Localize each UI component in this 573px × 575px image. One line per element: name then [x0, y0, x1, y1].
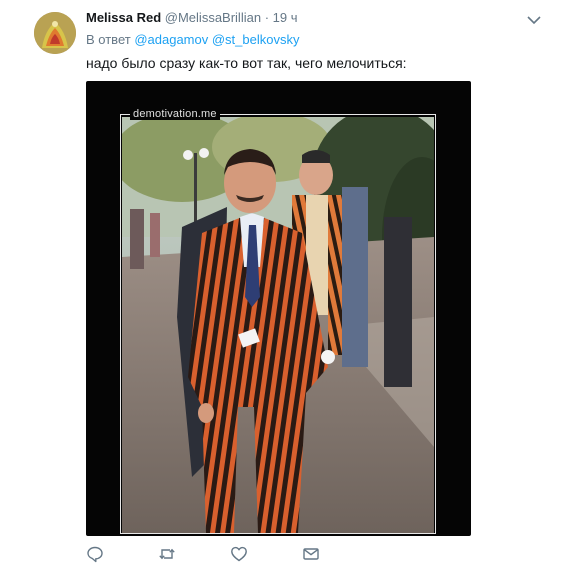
watermark-text: demotivation.me [130, 108, 220, 120]
like-icon[interactable] [230, 545, 250, 565]
author-handle[interactable]: @MelissaBrillian [165, 10, 261, 25]
mention-link[interactable]: @st_belkovsky [212, 32, 300, 47]
separator-dot: · [264, 10, 270, 25]
reply-context: В ответ @adagamov @st_belkovsky [86, 32, 299, 47]
mention-link[interactable]: @adagamov [134, 32, 208, 47]
author-name[interactable]: Melissa Red [86, 10, 161, 25]
photo [122, 117, 434, 533]
tweet-text: надо было сразу как-то вот так, чего мел… [86, 55, 407, 71]
tweet-actions [86, 545, 386, 565]
retweet-icon[interactable] [158, 545, 178, 565]
chevron-down-icon[interactable] [527, 12, 541, 25]
reply-icon[interactable] [86, 545, 106, 565]
tweet-header: Melissa Red @MelissaBrillian · 19 ч [86, 10, 298, 25]
message-icon[interactable] [302, 545, 322, 565]
reply-prefix: В ответ [86, 32, 131, 47]
tweet-image[interactable]: demotivation.me [86, 81, 471, 536]
tweet: Melissa Red @MelissaBrillian · 19 ч В от… [0, 0, 573, 575]
tweet-time[interactable]: 19 ч [273, 10, 298, 25]
avatar[interactable] [34, 12, 76, 54]
